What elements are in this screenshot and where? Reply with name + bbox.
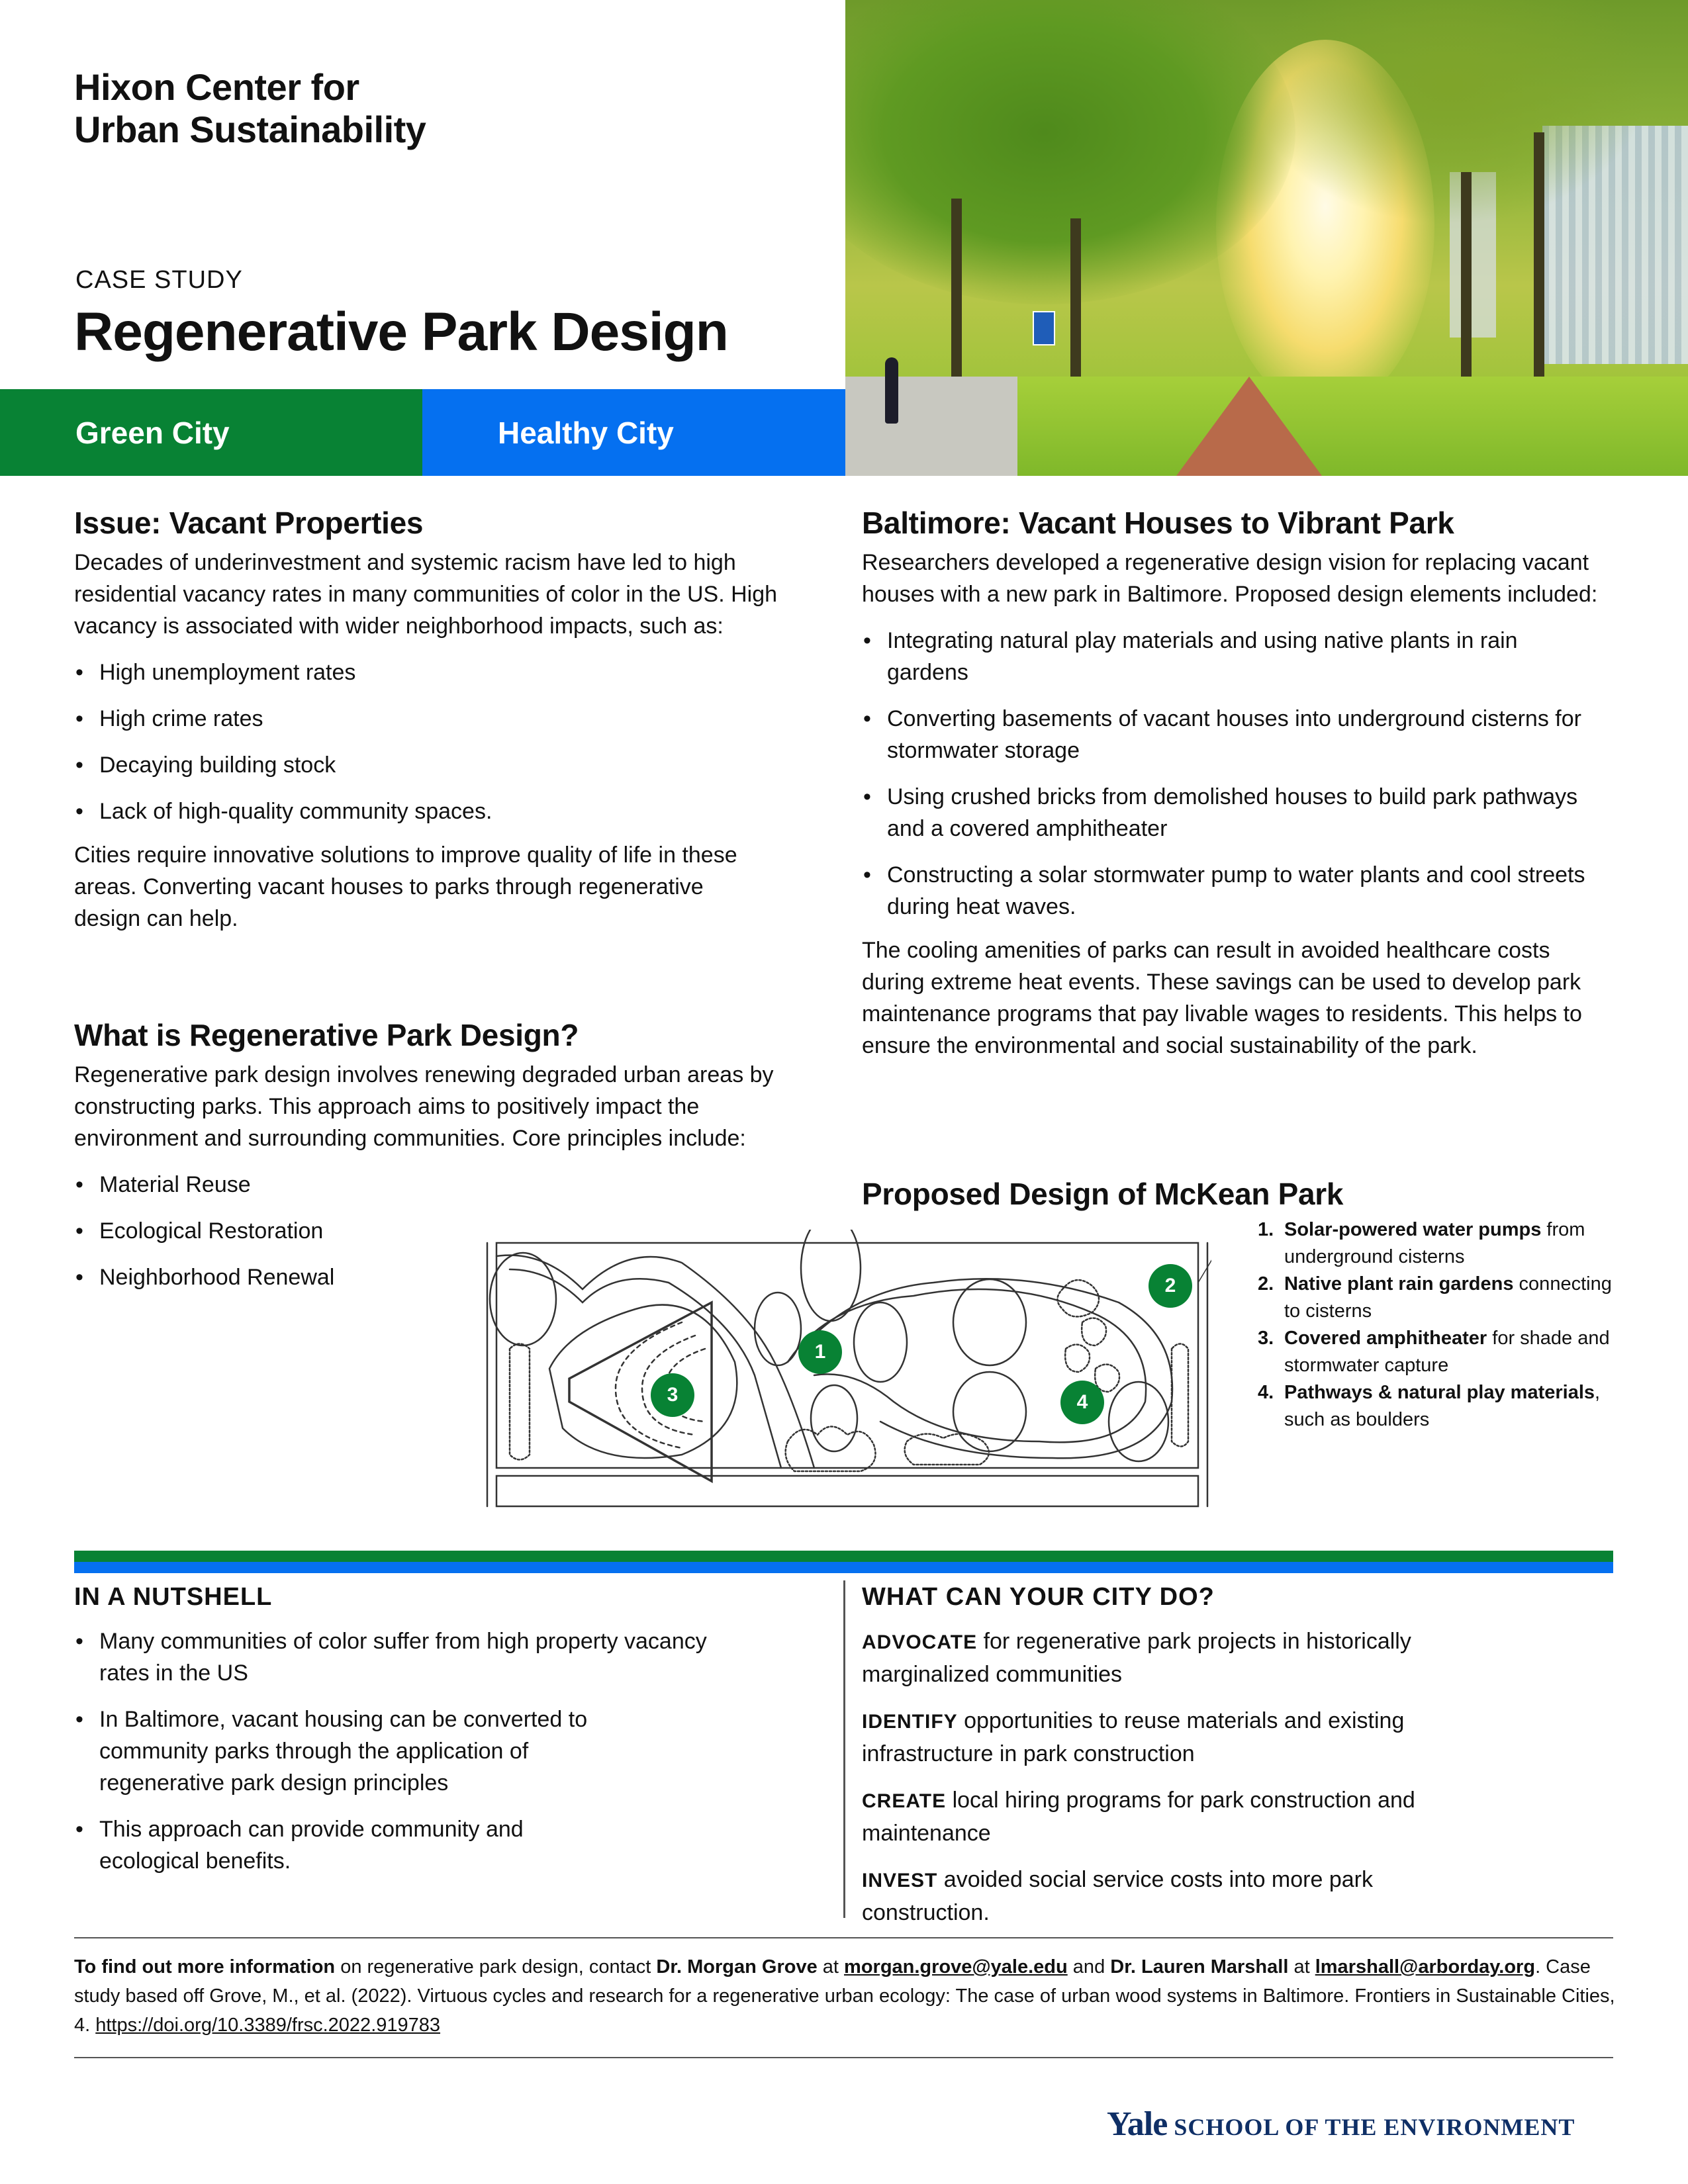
legend-item: 2. Native plant rain gardens connecting t… [1258,1273,1612,1322]
list-item: Converting basements of vacant houses in… [862,703,1597,766]
city-actions-heading: WHAT CAN YOUR CITY DO? [862,1583,1215,1611]
tag-green-city-label: Green City [75,415,230,450]
rain-garden [784,1426,876,1473]
rain-garden [1170,1343,1190,1447]
page-title: Regenerative Park Design [74,302,729,362]
city-actions-section: WHAT CAN YOUR CITY DO? ADVOCATE for rege… [862,1580,1613,1929]
sidewalk [495,1475,1199,1508]
legend-item: 1. Solar-powered water pumps from undergr… [1258,1219,1585,1267]
list-item: In Baltimore, vacant housing can be conv… [74,1704,649,1799]
park-sign [1033,311,1055,345]
tree [810,1384,859,1453]
tree [853,1301,908,1383]
list-item: Constructing a solar stormwater pump to … [862,859,1597,923]
legend-item: 4. Pathways & natural play materials, suc… [1258,1382,1601,1430]
marker-1: 1 [798,1330,842,1374]
tree [489,1251,557,1347]
footer-contact: To find out more information on regenera… [74,1956,1615,2036]
footer-rule-top [74,1937,1613,1938]
nutshell-bullets: Many communities of color suffer from hi… [74,1625,736,1877]
walkway [845,377,1017,476]
list-item: This approach can provide community and … [74,1813,629,1877]
org-title-line2: Urban Sustainability [74,109,426,150]
tree [1107,1381,1170,1463]
org-title: Hixon Center for Urban Sustainability [74,66,426,151]
list-item: Many communities of color suffer from hi… [74,1625,736,1689]
tree [952,1278,1027,1367]
issue-closing: Cities require innovative solutions to i… [74,842,737,931]
boulder [1064,1343,1091,1373]
pathway [508,1268,782,1469]
what-is-body: Regenerative park design involves renewi… [74,1062,774,1151]
email-link-marshall[interactable]: lmarshall@arborday.org [1315,1956,1535,1978]
action-identify: IDENTIFY opportunities to reuse material… [862,1708,1405,1766]
marker-3: 3 [651,1373,694,1417]
list-item: High crime rates [74,703,822,735]
nutshell-section: IN A NUTSHELL Many communities of color … [74,1580,822,1877]
baltimore-closing: The cooling amenities of parks can resul… [862,938,1582,1058]
park-site-plan: 1 2 3 4 [483,1214,1219,1518]
divider-bar-blue [74,1562,1613,1573]
jogger [885,357,898,424]
list-item: High unemployment rates [74,657,822,688]
baltimore-heading: Baltimore: Vacant Houses to Vibrant Park [862,506,1454,540]
tag-healthy-city-label: Healthy City [498,415,674,450]
column-divider [843,1580,845,1918]
doi-link[interactable]: https://doi.org/10.3389/frsc.2022.919783 [95,2015,440,2036]
logo-yale: Yale [1107,2105,1168,2143]
footer-rule-bottom [74,2057,1613,2058]
issue-heading: Issue: Vacant Properties [74,506,424,540]
what-is-heading: What is Regenerative Park Design? [74,1018,579,1052]
divider-bar-green [74,1551,1613,1562]
list-item: Material Reuse [74,1169,822,1201]
boulder [1056,1279,1100,1318]
action-create: CREATE local hiring programs for park co… [862,1788,1415,1846]
logo-school: SCHOOL OF THE ENVIRONMENT [1174,2114,1575,2140]
issue-intro: Decades of underinvestment and systemic … [74,550,778,639]
case-study-label: CASE STUDY [75,266,243,294]
baltimore-section: Baltimore: Vacant Houses to Vibrant Park… [862,504,1613,1062]
boulder [1080,1317,1107,1347]
contact-name: Dr. Morgan Grove [656,1956,818,1978]
design-heading: Proposed Design of McKean Park [862,1177,1344,1211]
tag-healthy-city: Healthy City [422,389,845,476]
tag-green-city: Green City [0,389,422,476]
yale-logo: Yale SCHOOL OF THE ENVIRONMENT [1107,2105,1575,2144]
legend-item: 3. Covered amphitheater for shade and sto… [1258,1328,1610,1376]
baltimore-bullets: Integrating natural play materials and u… [862,625,1597,923]
list-item: Using crushed bricks from demolished hou… [862,781,1597,844]
action-advocate: ADVOCATE for regenerative park projects … [862,1629,1411,1687]
list-item: Integrating natural play materials and u… [862,625,1597,688]
nutshell-heading: IN A NUTSHELL [74,1583,273,1611]
tree [952,1371,1027,1453]
design-legend: 1. Solar-powered water pumps from undergr… [1258,1216,1628,1433]
issue-bullets: High unemployment rates High crime rates… [74,657,822,827]
marker-2: 2 [1149,1264,1192,1308]
list-item: Lack of high-quality community spaces. [74,796,822,827]
marker-4: 4 [1060,1381,1104,1424]
email-link-grove[interactable]: morgan.grove@yale.edu [844,1956,1068,1978]
tree [753,1291,802,1367]
action-invest: INVEST avoided social service costs into… [862,1867,1373,1925]
org-title-line1: Hixon Center for [74,66,359,108]
site-plan-drawing [486,1214,1219,1508]
hero-park-photo [845,0,1688,476]
park-path [1176,377,1322,476]
rain-garden [508,1343,531,1461]
contact-name: Dr. Lauren Marshall [1110,1956,1289,1978]
leader-line [1197,1249,1219,1283]
list-item: Decaying building stock [74,749,822,781]
issue-section: Issue: Vacant Properties Decades of unde… [74,504,822,934]
baltimore-intro: Researchers developed a regenerative des… [862,550,1598,607]
